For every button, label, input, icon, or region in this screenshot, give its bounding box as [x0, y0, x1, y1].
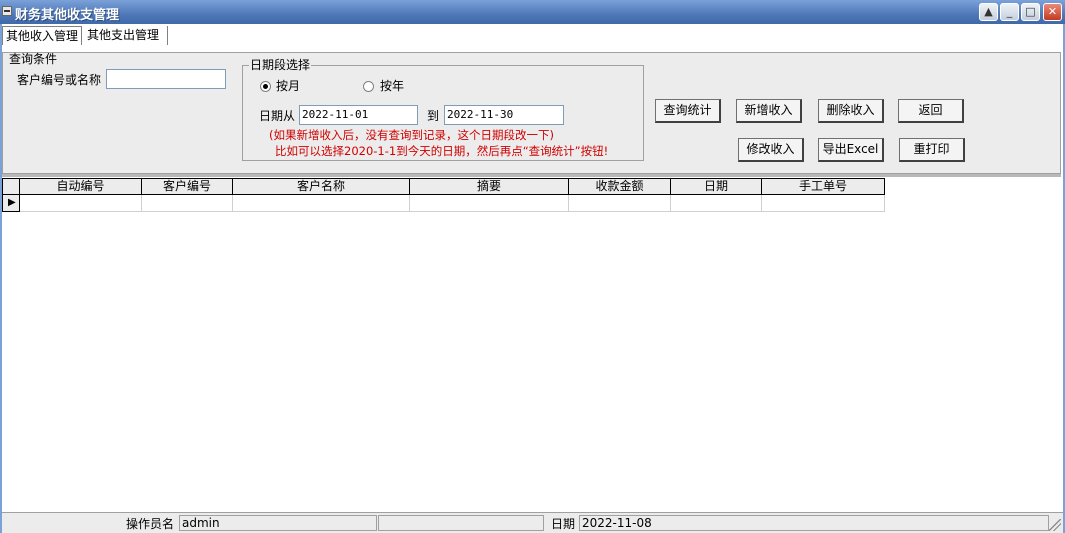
table-cell[interactable] [20, 195, 142, 212]
close-icon[interactable]: ✕ [1043, 3, 1062, 21]
date-from-input[interactable]: 2022-11-01 [299, 105, 418, 125]
back-button[interactable]: 返回 [898, 99, 964, 123]
table-cell[interactable] [762, 195, 885, 212]
table-cell[interactable] [410, 195, 569, 212]
table-cell[interactable] [142, 195, 233, 212]
col-header-customer-name[interactable]: 客户名称 [233, 178, 410, 195]
row-indicator[interactable]: ▶ [2, 195, 20, 212]
by-year-label[interactable]: 按年 [380, 79, 404, 93]
date-value: 2022-11-08 [579, 515, 1049, 531]
by-month-label[interactable]: 按月 [276, 79, 300, 93]
by-year-radio[interactable] [363, 81, 374, 92]
operator-value: admin [179, 515, 377, 531]
query-button[interactable]: 查询统计 [655, 99, 721, 123]
panel-divider [2, 174, 1061, 177]
table-cell[interactable] [233, 195, 410, 212]
col-header-auto-id[interactable]: 自动编号 [20, 178, 142, 195]
query-group-legend: 查询条件 [8, 52, 59, 66]
window-menu-icon[interactable] [2, 6, 12, 16]
add-income-button[interactable]: 新增收入 [736, 99, 802, 123]
query-panel: 查询条件 客户编号或名称 日期段选择 按月 按年 日期从 2022-11-01 … [2, 52, 1061, 174]
client-area: 其他收入管理 其他支出管理 查询条件 客户编号或名称 日期段选择 按月 按年 日… [0, 24, 1065, 533]
table-cell[interactable] [671, 195, 762, 212]
status-bar: 操作员名 admin 日期 2022-11-08 [2, 512, 1063, 533]
by-month-radio[interactable] [260, 81, 271, 92]
col-header-date[interactable]: 日期 [671, 178, 762, 195]
date-to-input[interactable]: 2022-11-30 [444, 105, 564, 125]
table-cell[interactable] [569, 195, 671, 212]
col-header-amount[interactable]: 收款金额 [569, 178, 671, 195]
date-range-group: 日期段选择 按月 按年 日期从 2022-11-01 到 2022-11-30 … [242, 59, 644, 161]
col-header-customer-id[interactable]: 客户编号 [142, 178, 233, 195]
maximize-icon[interactable]: □ [1021, 3, 1040, 21]
hint-line-2: 比如可以选择2020-1-1到今天的日期，然后再点“查询统计”按钮! [275, 144, 609, 158]
date-from-label: 日期从 [259, 109, 296, 123]
window-title: 财务其他收支管理 [15, 8, 120, 23]
restore-icon[interactable]: ▲ [979, 3, 998, 21]
export-excel-button[interactable]: 导出Excel [818, 138, 884, 162]
delete-income-button[interactable]: 删除收入 [818, 99, 884, 123]
tab-other-income[interactable]: 其他收入管理 [2, 26, 82, 45]
tab-other-expense[interactable]: 其他支出管理 [84, 26, 168, 45]
customer-label: 客户编号或名称 [17, 73, 102, 87]
col-header-manual-no[interactable]: 手工单号 [762, 178, 885, 195]
col-header-summary[interactable]: 摘要 [410, 178, 569, 195]
date-label: 日期 [551, 517, 576, 531]
reprint-button[interactable]: 重打印 [899, 138, 965, 162]
date-to-label: 到 [427, 109, 440, 123]
status-empty-field [378, 515, 544, 531]
grid-corner [2, 178, 20, 195]
resize-grip-icon[interactable] [1049, 519, 1061, 531]
customer-input[interactable] [106, 69, 226, 89]
edit-income-button[interactable]: 修改收入 [738, 138, 804, 162]
date-range-legend: 日期段选择 [249, 58, 312, 72]
title-bar: 财务其他收支管理 ▲ _ □ ✕ [0, 0, 1065, 24]
hint-line-1: (如果新增收入后，没有查询到记录，这个日期段改一下) [269, 128, 554, 142]
operator-label: 操作员名 [126, 517, 175, 531]
minimize-icon[interactable]: _ [1000, 3, 1019, 21]
